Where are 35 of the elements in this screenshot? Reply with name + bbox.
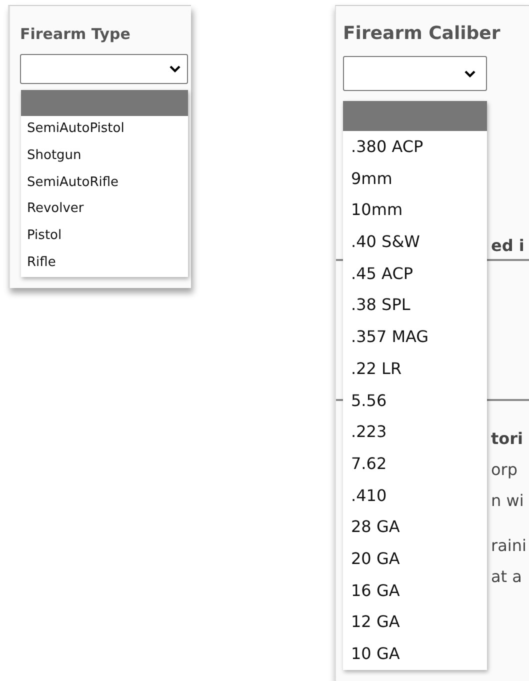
text-fragment: n wi (491, 490, 524, 512)
dropdown-option[interactable]: 12 GA (343, 606, 487, 638)
text-fragment: orp (491, 459, 518, 481)
dropdown-option[interactable]: 16 GA (343, 574, 487, 606)
dropdown-option[interactable]: .40 S&W (343, 226, 487, 258)
dropdown-option[interactable]: .38 SPL (343, 289, 487, 322)
dropdown-option[interactable]: 9mm (343, 162, 487, 194)
dropdown-option[interactable]: .22 LR (343, 352, 487, 384)
field-label: Firearm Caliber (343, 22, 502, 46)
text-fragment: at a (491, 566, 522, 588)
text-fragment: ed i (491, 235, 524, 257)
dropdown-option[interactable]: Shotgun (21, 142, 188, 170)
chevron-icon (169, 65, 181, 73)
dropdown-option[interactable]: 7.62 (343, 448, 487, 480)
dropdown-option[interactable]: Rifle (21, 250, 188, 277)
dropdown-option[interactable]: SemiAutoPistol (21, 116, 188, 143)
dropdown-option[interactable]: 20 GA (343, 542, 487, 575)
dropdown-option[interactable]: .45 ACP (343, 258, 487, 290)
dropdown-option[interactable]: 10mm (343, 194, 487, 226)
dropdown-option[interactable]: 5.56 (343, 384, 487, 416)
dropdown-option[interactable]: Revolver (21, 196, 188, 224)
dropdown-option[interactable]: Pistol (21, 223, 188, 250)
dropdown-field[interactable] (343, 56, 487, 91)
dropdown-option[interactable]: 10 GA (343, 638, 487, 670)
dropdown-option[interactable]: .223 (343, 416, 487, 448)
text-fragment: raini (491, 535, 526, 557)
text-fragment: tori (491, 428, 524, 450)
dropdown-option[interactable]: SemiAutoRifle (21, 170, 188, 196)
chevron-icon (464, 70, 476, 78)
dropdown-option[interactable]: .410 (343, 480, 487, 512)
dropdown-option[interactable]: .380 ACP (343, 131, 487, 163)
dropdown-option[interactable]: 28 GA (343, 511, 487, 543)
field-label: Firearm Type (20, 24, 132, 45)
dropdown-option[interactable]: .357 MAG (343, 321, 487, 353)
dropdown-field[interactable] (20, 54, 188, 84)
